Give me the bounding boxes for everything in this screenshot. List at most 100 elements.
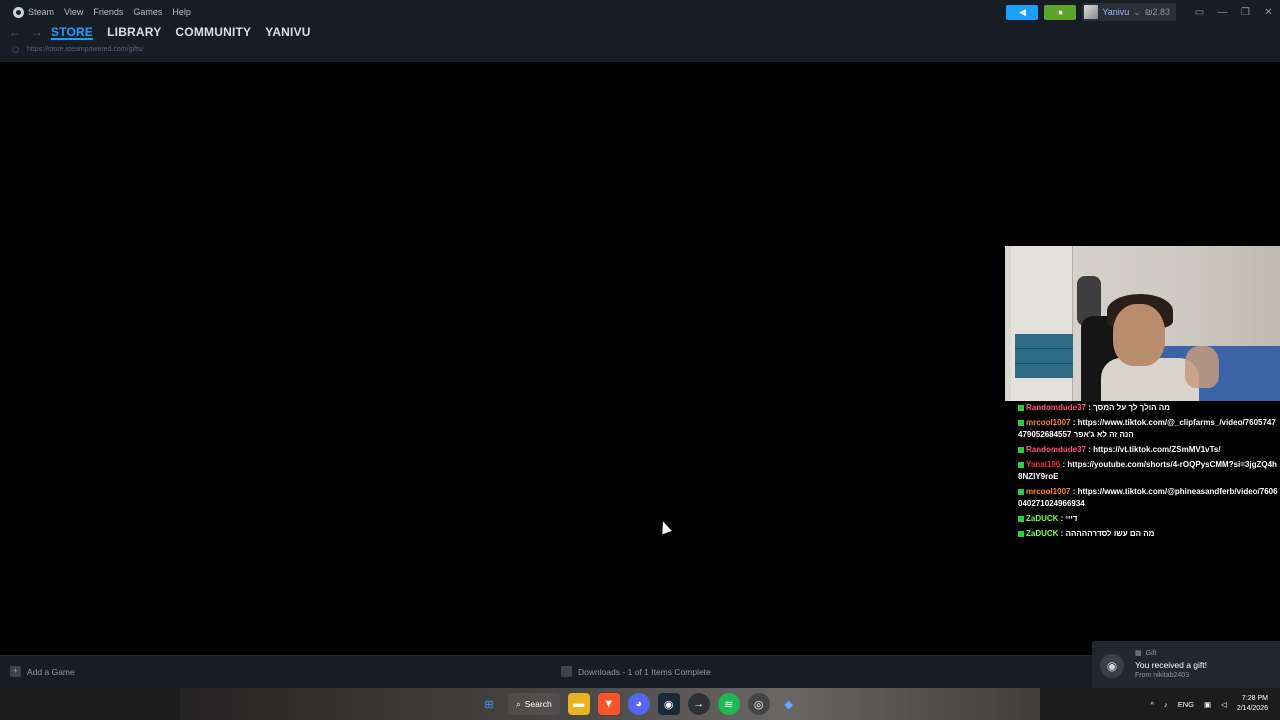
gift-header: ▦ Gift — [1135, 649, 1157, 658]
chat-message: Randomdude37 : מה הולך לך על המסך — [1018, 402, 1280, 414]
loading-icon — [12, 46, 19, 53]
downloads-label: Downloads - 1 of 1 Items Complete — [578, 666, 711, 677]
close-icon: ✕ — [1264, 6, 1273, 18]
chat-username[interactable]: Randomdude37 — [1026, 445, 1086, 454]
close-button[interactable]: ✕ — [1257, 0, 1280, 24]
app-diamond-icon[interactable]: ◆ — [778, 693, 800, 715]
chevron-up-icon[interactable]: ^ — [1150, 700, 1154, 709]
menu-steam[interactable]: Steam — [8, 0, 59, 24]
chat-overlay: Randomdude37 : מה הולך לך על המסך mrcool1… — [1018, 402, 1280, 543]
obs-icon[interactable]: ◎ — [747, 693, 770, 715]
discord-icon[interactable]: ◕ — [627, 693, 650, 715]
arrow-right-icon[interactable]: → — [30, 25, 44, 39]
tab-library[interactable]: LIBRARY — [107, 24, 161, 40]
mouse-cursor-icon — [658, 519, 672, 535]
chat-username[interactable]: ZaDUCK — [1026, 529, 1058, 538]
webcam-drawer-line — [1015, 363, 1073, 364]
account-name: Yanivu — [1102, 7, 1130, 17]
arrow-left-icon[interactable]: ← — [8, 25, 22, 39]
big-picture-button[interactable]: ▭ — [1188, 0, 1211, 24]
taskbar-search-label: Search — [524, 699, 552, 709]
gift-from: From nikitab2403 — [1135, 672, 1190, 679]
chat-username[interactable]: Yanai196 — [1026, 460, 1060, 469]
nav-arrows: ← → — [8, 24, 44, 40]
gift-category: Gift — [1145, 649, 1157, 657]
windows-taskbar: ⊞ ⌕ Search ▬ ▼ ◕ ◉ → ≋ ◎ ◆ ^ ♪ ENG ▣ ◁ 7… — [0, 688, 1280, 720]
plus-icon: + — [10, 666, 21, 677]
chat-message: ZaDUCK : דייי — [1018, 513, 1280, 525]
nav-bar: ← → STORE LIBRARY COMMUNITY YANIVU https… — [0, 24, 1280, 62]
chat-username[interactable]: mrcool1007 — [1026, 487, 1070, 496]
avatar — [1084, 5, 1099, 19]
chat-message: mrcool1007 : https://www.tiktok.com/@_cl… — [1018, 417, 1280, 441]
chat-message: Randomdude37 : https://vt.tiktok.com/ZSm… — [1018, 444, 1280, 456]
url-text[interactable]: https://store.steampowered.com/gifts/ — [27, 46, 143, 53]
minimize-button[interactable]: — — [1211, 0, 1234, 24]
minimize-icon: — — [1217, 6, 1228, 18]
microphone-icon[interactable]: ♪ — [1164, 700, 1168, 709]
notifications-button[interactable]: ● — [1044, 4, 1077, 20]
webcam-drawer — [1015, 334, 1073, 378]
chat-text: : דייי — [1058, 514, 1078, 523]
chat-message: mrcool1007 : https://www.tiktok.com/@phi… — [1018, 486, 1280, 510]
brave-browser-icon[interactable]: ▼ — [597, 693, 620, 715]
chat-message: Yanai196 : https://youtube.com/shorts/4-… — [1018, 459, 1280, 483]
megaphone-icon: ◀ — [1018, 6, 1026, 17]
steam-logo-icon: ◉ — [1100, 654, 1124, 678]
bottom-bar: + Add a Game Downloads - 1 of 1 Items Co… — [0, 655, 1280, 688]
spotify-icon[interactable]: ≋ — [717, 693, 740, 715]
chevron-down-icon: ⌄ — [1133, 6, 1141, 17]
webcam-drawer-line — [1015, 348, 1073, 349]
menu-friends[interactable]: Friends — [88, 0, 128, 24]
taskbar-search[interactable]: ⌕ Search — [508, 693, 560, 715]
steam-icon[interactable]: ◉ — [657, 693, 680, 715]
nav-tabs: STORE LIBRARY COMMUNITY YANIVU — [51, 24, 311, 40]
clock[interactable]: 7:28 PM 2/14/2026 — [1237, 694, 1268, 714]
menu-bar: Steam View Friends Games Help — [0, 0, 196, 24]
steam-logo-icon — [13, 6, 24, 18]
chat-badge-icon — [1018, 515, 1024, 522]
network-icon[interactable]: ▣ — [1204, 700, 1211, 709]
chat-text: : מה הם עשו לסדרההההה — [1058, 529, 1155, 538]
chat-username[interactable]: mrcool1007 — [1026, 418, 1070, 427]
gift-title: You received a gift! — [1135, 660, 1207, 670]
account-menu[interactable]: Yanivu ⌄ ₪2.83 — [1082, 3, 1176, 21]
wallet-balance: ₪2.83 — [1144, 7, 1170, 17]
add-game-label: Add a Game — [27, 666, 75, 677]
downloads-status[interactable]: Downloads - 1 of 1 Items Complete — [561, 666, 711, 677]
chat-username[interactable]: Randomdude37 — [1026, 403, 1086, 412]
gift-notification[interactable]: ◉ ▦ Gift You received a gift! From nikit… — [1092, 641, 1280, 688]
title-right-controls: ◀ ● Yanivu ⌄ ₪2.83 ▭ — ❐ ✕ — [1006, 0, 1280, 24]
restore-icon: ❐ — [1241, 6, 1250, 18]
chat-badge-icon — [1018, 530, 1024, 537]
restore-button[interactable]: ❐ — [1234, 0, 1257, 24]
file-explorer-icon[interactable]: ▬ — [567, 693, 590, 715]
chat-username[interactable]: ZaDUCK — [1026, 514, 1058, 523]
menu-games[interactable]: Games — [128, 0, 167, 24]
tab-profile[interactable]: YANIVU — [265, 24, 310, 40]
menu-view[interactable]: View — [59, 0, 88, 24]
chat-message: ZaDUCK : מה הם עשו לסדרההההה — [1018, 528, 1280, 540]
tab-store[interactable]: STORE — [51, 24, 94, 40]
add-game-button[interactable]: + Add a Game — [10, 666, 75, 677]
tab-community[interactable]: COMMUNITY — [175, 24, 251, 40]
chat-text: : https://vt.tiktok.com/ZSmMV1vTs/ — [1086, 445, 1221, 454]
search-icon: ⌕ — [516, 698, 521, 709]
steam-window: Steam View Friends Games Help ◀ ● Yanivu… — [0, 0, 1280, 688]
bell-icon: ● — [1057, 7, 1064, 17]
chat-badge-icon — [1018, 488, 1024, 495]
app-icon[interactable]: → — [687, 693, 710, 715]
announcements-button[interactable]: ◀ — [1006, 4, 1039, 20]
url-bar: https://store.steampowered.com/gifts/ — [12, 46, 143, 53]
language-indicator[interactable]: ENG — [1178, 700, 1194, 709]
clock-time: 7:28 PM — [1241, 695, 1268, 702]
volume-icon[interactable]: ◁ — [1221, 700, 1227, 709]
chat-badge-icon — [1018, 404, 1024, 411]
start-icon[interactable]: ⊞ — [478, 693, 500, 715]
menu-steam-label: Steam — [28, 7, 55, 17]
menu-help[interactable]: Help — [167, 0, 196, 24]
webcam-person-hand — [1185, 346, 1219, 388]
title-bar: Steam View Friends Games Help ◀ ● Yanivu… — [0, 0, 1280, 24]
webcam-person-head — [1113, 304, 1165, 366]
chat-badge-icon — [1018, 419, 1024, 426]
